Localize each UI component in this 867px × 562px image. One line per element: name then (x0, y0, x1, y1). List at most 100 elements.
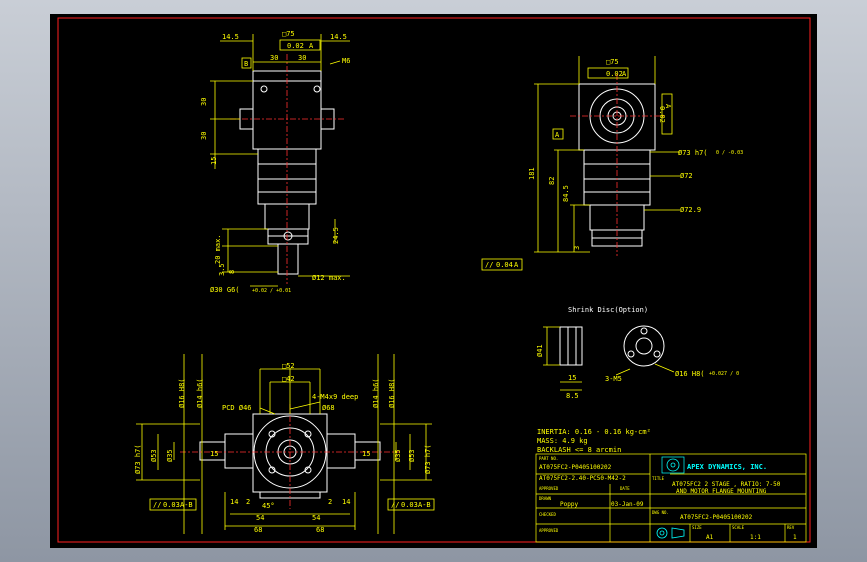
side-3: 3 (573, 246, 581, 250)
dim-v30-b: 30 (200, 132, 208, 140)
front-v2-l: 2 (246, 498, 250, 506)
left-shaft-housing (224, 433, 254, 469)
side-181: 181 (528, 167, 536, 180)
shrink-disc-view (559, 325, 665, 367)
part-no-label: PART NO. (539, 456, 558, 461)
scale-value: 1:1 (750, 534, 761, 541)
front-r-d14: Ø14 h6( (372, 378, 380, 408)
rev-label: REV (787, 525, 795, 530)
par-symbol: // (485, 261, 493, 269)
side-datum-a: A (622, 70, 627, 78)
front-view-labels: □52 □42 4-M4x9 deep PCD Ø46 Ø68 Ø16 H8( … (134, 362, 432, 534)
front-h68-l: 68 (254, 526, 262, 534)
size-value: A1 (706, 534, 714, 541)
front-sq-42: □42 (282, 375, 295, 383)
front-a45: 45° (262, 502, 275, 510)
dim-sq-75: □75 (282, 30, 295, 38)
dim-bottom-tol: +0.02 / +0.01 (252, 288, 291, 294)
front-m4: 4-M4x9 deep (312, 393, 358, 401)
front-v2-r: 2 (328, 498, 332, 506)
side-d73: Ø73 h7( (678, 149, 708, 157)
dim-8: 8 (228, 270, 236, 274)
dim-m6: M6 (342, 57, 350, 65)
front-sq-52: □52 (282, 362, 295, 370)
shrink-15: 15 (568, 374, 576, 382)
right-shaft-housing (326, 433, 356, 469)
front-r-d16: Ø16 H8( (388, 378, 396, 408)
rev-value: 1 (793, 534, 797, 541)
front-tol-l: 0.03 (163, 501, 180, 509)
top-view-centerlines (230, 54, 345, 284)
front-datum-r: A-B (418, 501, 431, 509)
spec-mass: MASS: 4.9 kg (537, 437, 588, 445)
dim-20-max: 20 max. (214, 234, 222, 264)
front-pcd: PCD Ø46 (222, 404, 252, 412)
drawn-date: 03-Jan-09 (611, 501, 644, 508)
company-logo-icon (666, 458, 680, 472)
company-logo-text: APEX DYNAMICS, INC. (687, 463, 767, 471)
dim-14-5-left: 14.5 (222, 33, 239, 41)
front-h54-r: 54 (312, 514, 320, 522)
shrink-m5: 3-M5 (605, 375, 622, 383)
front-r-15: 15 (362, 450, 370, 458)
shrink-41: Ø41 (536, 344, 544, 357)
front-l-d14: Ø14 h6( (196, 378, 204, 408)
side-sq-75: □75 (606, 58, 619, 66)
flat-tol: 0.02 (287, 42, 304, 50)
shrink-disc-face (623, 325, 665, 367)
checked-label: CHECKED (539, 512, 556, 517)
front-h68-r: 68 (316, 526, 324, 534)
shrink-disc-labels: Shrink Disc(Option) Ø41 15 8.5 3-M5 Ø16 … (536, 306, 739, 400)
side-par-datum: A (514, 261, 519, 269)
part-no-1: AT075FC2-P0405100202 (539, 464, 612, 471)
spec-backlash: BACKLASH <= 8 arcmin (537, 446, 621, 454)
dwg-no: AT075FC2-P0405100202 (680, 514, 753, 521)
dim-3-5: 3.5 (218, 263, 226, 276)
side-par-tol: 0.04 (496, 261, 513, 269)
shrink-8-5: 8.5 (566, 392, 579, 400)
datum-b: B (244, 60, 248, 68)
dim-14-5-right: 14.5 (330, 33, 347, 41)
front-l-d35: Ø35 (166, 449, 174, 462)
front-v14-r: 14 (342, 498, 350, 506)
front-datum-l: A-B (180, 501, 193, 509)
front-r-d73: Ø73 h7( (424, 444, 432, 474)
front-l-d53: Ø53 (150, 449, 158, 462)
side-82: 82 (548, 177, 556, 185)
title-line-1: AT075FC2 2 STAGE , RATIO: 7-50 (672, 481, 781, 488)
front-tol-r: 0.03 (401, 501, 418, 509)
dim-30-a: 30 (270, 54, 278, 62)
side-d73-tol: 0 / -0.03 (716, 150, 743, 156)
cad-drawing: 14.5 □75 0.02 A 14.5 B 30 30 M6 30 30 15… (57, 17, 811, 543)
drawing-canvas[interactable]: 14.5 □75 0.02 A 14.5 B 30 30 M6 30 30 15… (50, 14, 817, 548)
title-line-2: AND MOTOR FLANGE MOUNTING (676, 488, 767, 495)
side-datum-a-left: A (555, 131, 560, 139)
size-label: SIZE (692, 525, 702, 530)
title-label: TITLE (652, 476, 665, 481)
scale-label: SCALE (732, 525, 745, 530)
approved-label: APPROVED (539, 486, 559, 491)
approved2-label: APPROVED (539, 528, 559, 533)
svg-text://: // (153, 501, 161, 509)
top-view-dims (210, 34, 350, 287)
output-shaft (277, 243, 299, 275)
shrink-d16-tol: +0.027 / 0 (709, 371, 739, 377)
top-view-labels: 14.5 □75 0.02 A 14.5 B 30 30 M6 30 30 15… (200, 30, 350, 294)
dim-v30-a: 30 (200, 98, 208, 106)
projection-symbol-icon (656, 527, 685, 539)
shrink-d16: Ø16 H8( (675, 370, 705, 378)
specs-text: INERTIA: 0.16 - 0.16 kg-cm² MASS: 4.9 kg… (537, 428, 651, 454)
front-l-d73: Ø73 h7( (134, 444, 142, 474)
front-r-d53: Ø53 (408, 449, 416, 462)
dim-30-b: 30 (298, 54, 306, 62)
part-no-2: AT075FC2-2.40-PC50-M42-2 (539, 475, 626, 482)
datum-a: A (309, 42, 314, 50)
side-84-5: 84.5 (562, 185, 570, 202)
date-label: DATE (620, 486, 630, 491)
svg-text://: // (391, 501, 399, 509)
front-h54-l: 54 (256, 514, 264, 522)
dim-bottom-dia: Ø30 G6( (210, 286, 240, 294)
front-l-15: 15 (210, 450, 218, 458)
drawn-by: Poppy (560, 501, 578, 508)
side-d72-9: Ø72.9 (680, 206, 701, 214)
